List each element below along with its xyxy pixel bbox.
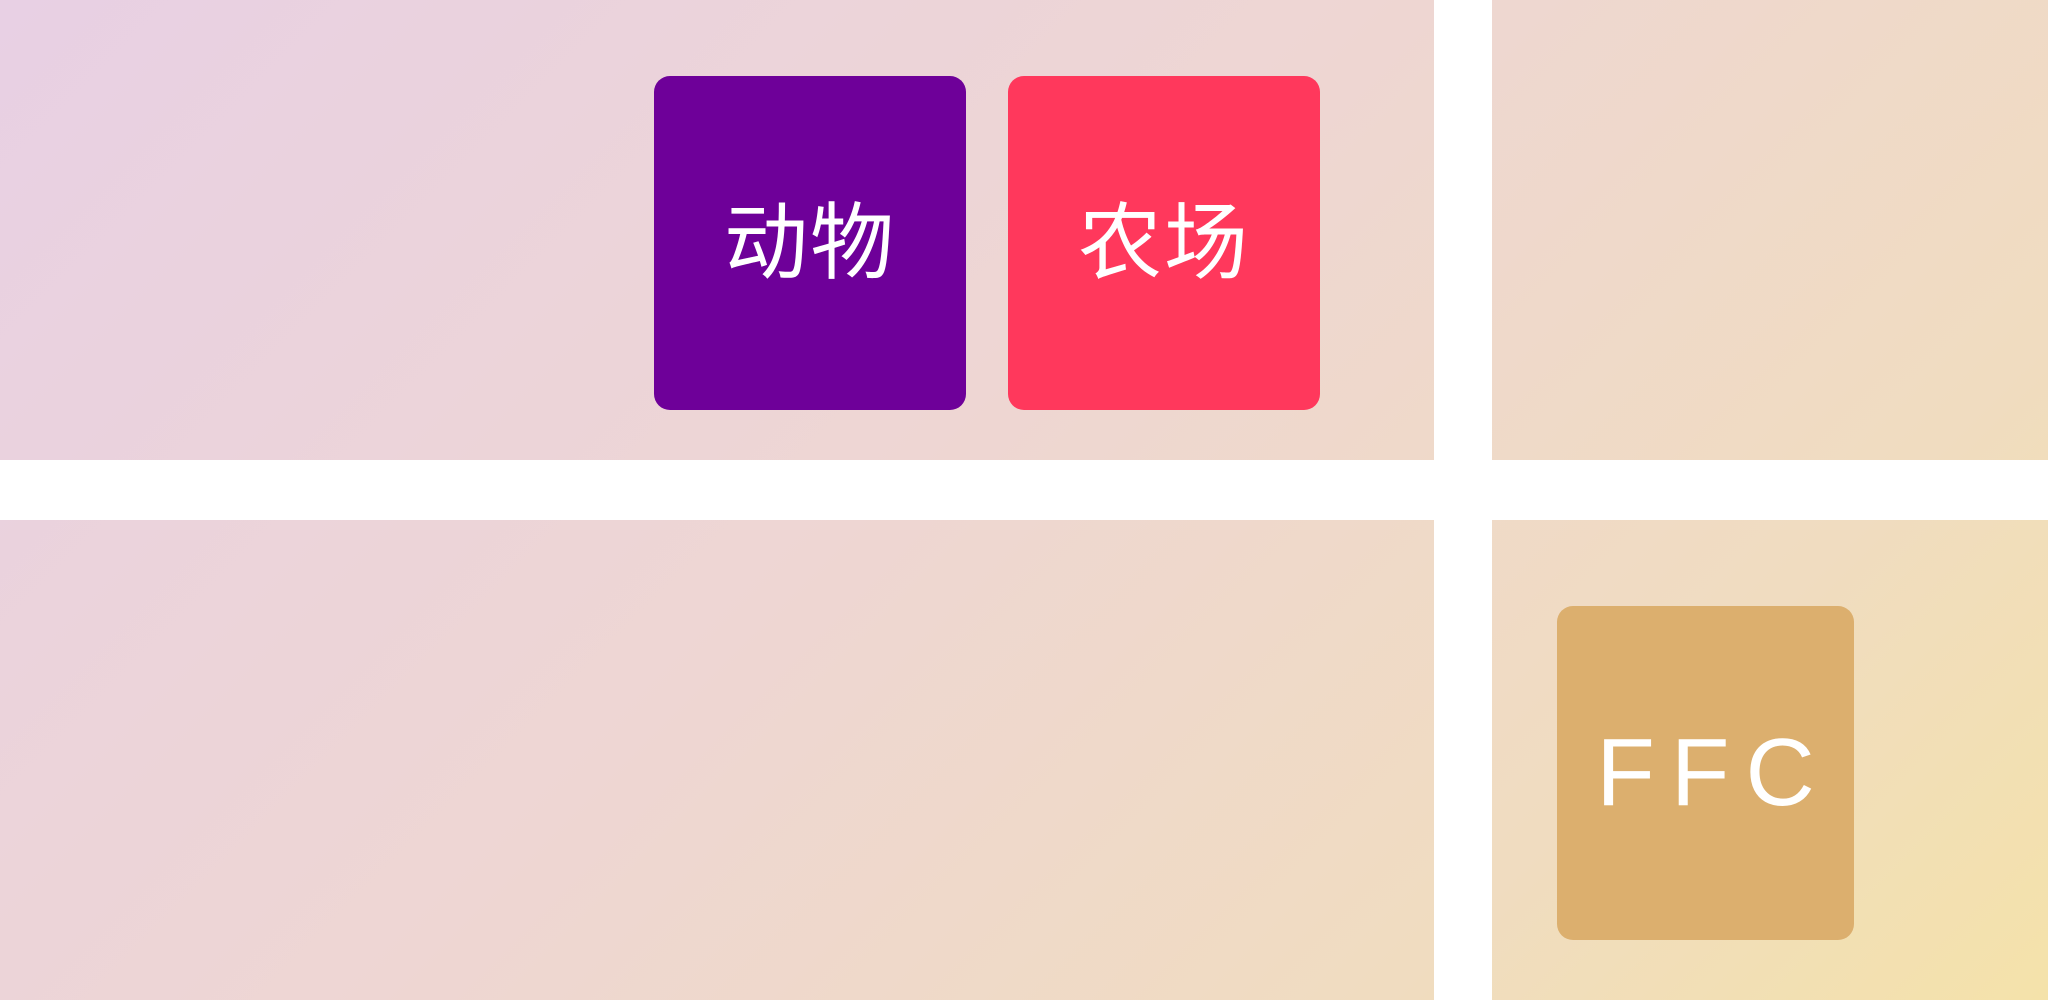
ffc-tile-label: FFC — [1596, 719, 1831, 826]
farm-tile-label: 农场 — [1077, 194, 1250, 292]
animal-tile-label: 动物 — [723, 194, 896, 292]
farm-tile-button[interactable]: 农场 — [1008, 76, 1320, 410]
app-canvas: 动物 农场 FFC — [0, 0, 2048, 1000]
animal-tile-button[interactable]: 动物 — [654, 76, 966, 410]
panel-top-right — [1492, 0, 2048, 460]
panel-bottom-left — [0, 520, 1434, 1000]
ffc-tile-button[interactable]: FFC — [1557, 606, 1854, 940]
